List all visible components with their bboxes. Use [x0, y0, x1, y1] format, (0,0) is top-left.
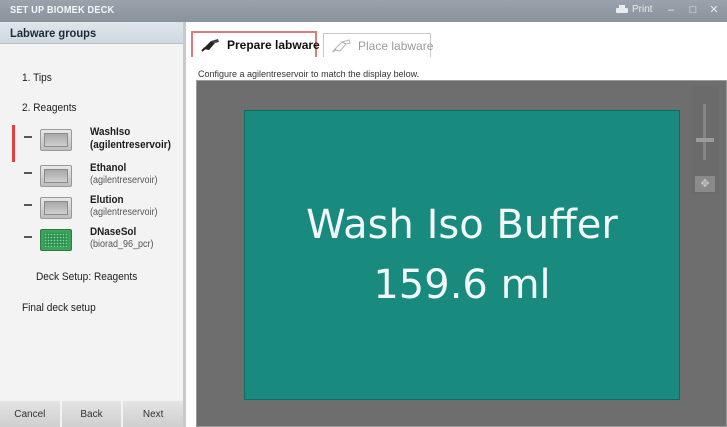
reagent-item-elution[interactable]: Elution (agilentreservoir) — [24, 194, 184, 230]
reagent-type: (agilentreservoir) — [90, 207, 158, 218]
printer-icon — [616, 4, 628, 15]
labware-display[interactable]: Wash Iso Buffer 159.6 ml — [244, 110, 680, 400]
reagent-type: (biorad_96_pcr) — [90, 239, 154, 250]
tree-dash — [24, 172, 32, 174]
reagent-type: (agilentreservoir) — [90, 139, 171, 151]
tree-dash — [24, 204, 32, 206]
instructions-text: Configure a agilentreservoir to match th… — [198, 69, 420, 79]
title-bar: SET UP BIOMEK DECK Print – □ ✕ — [0, 0, 727, 22]
zoom-slider-thumb[interactable] — [696, 138, 714, 142]
print-button[interactable]: Print — [616, 4, 653, 15]
tab-place-labware[interactable]: Place labware — [323, 33, 434, 57]
close-button[interactable]: ✕ — [707, 3, 721, 17]
reagent-item-ethanol[interactable]: Ethanol (agilentreservoir) — [24, 162, 184, 198]
reagent-name: DNaseSol — [90, 226, 137, 238]
reservoir-icon — [40, 129, 72, 151]
tab-bar: Prepare labware Place labware — [186, 22, 727, 60]
tree-dash — [24, 136, 32, 138]
pan-icon[interactable]: ✥ — [695, 176, 715, 192]
next-button[interactable]: Next — [123, 401, 184, 427]
group-reagents[interactable]: 2. Reagents — [22, 102, 77, 114]
active-indicator — [12, 125, 15, 162]
labware-groups-sidebar: Labware groups 1. Tips 2. Reagents WashI… — [0, 22, 186, 427]
reagent-name: Ethanol — [90, 162, 127, 174]
labware-name: Wash Iso Buffer — [306, 202, 618, 248]
reservoir-icon — [40, 165, 72, 187]
sidebar-title: Labware groups — [10, 26, 97, 40]
minimize-button[interactable]: – — [664, 3, 678, 17]
group-tips[interactable]: 1. Tips — [22, 72, 52, 84]
pipette-hand-icon — [201, 39, 219, 52]
reagent-type: (agilentreservoir) — [90, 175, 158, 186]
reagent-item-dnasesol[interactable]: DNaseSol (biorad_96_pcr) — [24, 226, 184, 262]
maximize-button[interactable]: □ — [686, 3, 700, 17]
print-label: Print — [632, 4, 653, 15]
window-title: SET UP BIOMEK DECK — [10, 5, 115, 16]
tab-label: Place labware — [358, 38, 434, 53]
deck-setup-reagents[interactable]: Deck Setup: Reagents — [36, 271, 137, 283]
tab-label: Prepare labware — [227, 38, 320, 52]
zoom-slider-track[interactable] — [703, 104, 706, 160]
reagent-item-washiso[interactable]: WashIso (agilentreservoir) — [24, 126, 184, 162]
back-button[interactable]: Back — [61, 401, 122, 427]
plate-96-icon — [40, 229, 72, 251]
final-deck-setup[interactable]: Final deck setup — [22, 302, 96, 314]
sidebar-header: Labware groups — [0, 22, 183, 44]
pipette-hand-icon — [332, 39, 351, 53]
reagent-name: Elution — [90, 194, 124, 206]
reservoir-icon — [40, 197, 72, 219]
zoom-control: ✥ — [691, 86, 719, 194]
deck-display: Wash Iso Buffer 159.6 ml ✥ — [196, 80, 727, 427]
cancel-button[interactable]: Cancel — [0, 401, 60, 427]
labware-volume: 159.6 ml — [373, 262, 551, 308]
wizard-nav: Cancel Back Next — [0, 401, 184, 427]
reagent-name: WashIso — [90, 126, 131, 138]
tree-dash — [24, 236, 32, 238]
tab-prepare-labware[interactable]: Prepare labware — [191, 31, 320, 57]
